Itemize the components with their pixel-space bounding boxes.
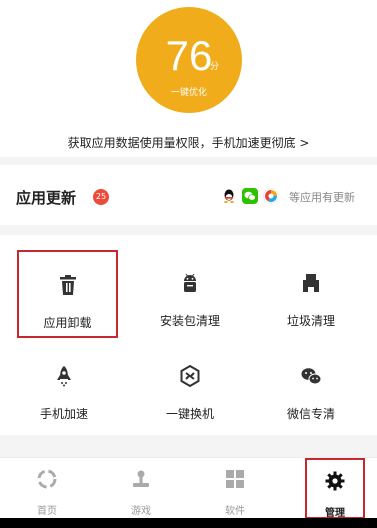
tool-label: 手机加速 (39, 407, 88, 421)
home-icon (37, 469, 57, 489)
tool-label: 一键换机 (165, 407, 214, 421)
tools-grid: 应用卸载 安装包清理 垃圾清理 手机加速 一键换机 微信专清 (0, 235, 377, 435)
nav-games[interactable]: 游戏 (94, 458, 188, 519)
wechat-icon (242, 188, 258, 204)
tool-junk-clean[interactable]: 垃圾清理 (252, 250, 370, 340)
usage-permission-link[interactable]: 获取应用数据使用量权限，手机加速更彻底 > (0, 134, 377, 151)
score-unit: 分 (210, 62, 220, 72)
nav-label: 首页 (37, 506, 57, 517)
updates-suffix: 等应用有更新 (289, 191, 355, 204)
tool-label: 垃圾清理 (286, 314, 335, 328)
score-value: 76 (165, 32, 213, 79)
apps-grid-icon (226, 470, 244, 488)
section-divider (0, 157, 377, 165)
nav-label: 管理 (325, 508, 345, 519)
section-divider (0, 435, 377, 457)
tool-phone-switch[interactable]: 一键换机 (131, 343, 249, 433)
wechat-clean-icon (301, 368, 322, 385)
optimize-label: 一键优化 (170, 88, 207, 98)
gear-icon (325, 471, 345, 491)
tool-label: 应用卸载 (43, 316, 92, 330)
tool-uninstall[interactable]: 应用卸载 (17, 250, 118, 338)
app-updates-row[interactable]: 应用更新 25 等应用有更新 (0, 165, 377, 225)
dustbin-icon (303, 274, 319, 292)
tool-phone-boost[interactable]: 手机加速 (5, 343, 123, 433)
section-divider (0, 225, 377, 235)
update-count-badge: 25 (93, 189, 109, 205)
phone-switch-icon (180, 365, 200, 387)
android-icon (184, 273, 196, 292)
nav-label: 软件 (225, 506, 245, 517)
qq-icon (221, 188, 237, 204)
nav-manage[interactable]: 管理 (305, 458, 365, 519)
tool-apk-clean[interactable]: 安装包清理 (131, 250, 249, 340)
app-updates-title: 应用更新 (16, 189, 77, 207)
trash-icon (59, 275, 76, 295)
system-bottom-bar (0, 518, 377, 528)
nav-software[interactable]: 软件 (188, 458, 282, 519)
browser-icon (263, 188, 279, 204)
tool-wechat-clean[interactable]: 微信专清 (252, 343, 370, 433)
score-section: 76 分 一键优化 获取应用数据使用量权限，手机加速更彻底 > (0, 0, 377, 157)
game-icon (133, 470, 149, 487)
bottom-navigation: 首页 游戏 软件 管理 (0, 457, 377, 519)
nav-home[interactable]: 首页 (0, 458, 94, 519)
tool-label: 安装包清理 (159, 314, 220, 328)
optimize-score-button[interactable]: 76 分 一键优化 (136, 7, 242, 113)
rocket-icon (57, 366, 71, 387)
tool-label: 微信专清 (286, 407, 335, 421)
nav-label: 游戏 (131, 506, 151, 517)
